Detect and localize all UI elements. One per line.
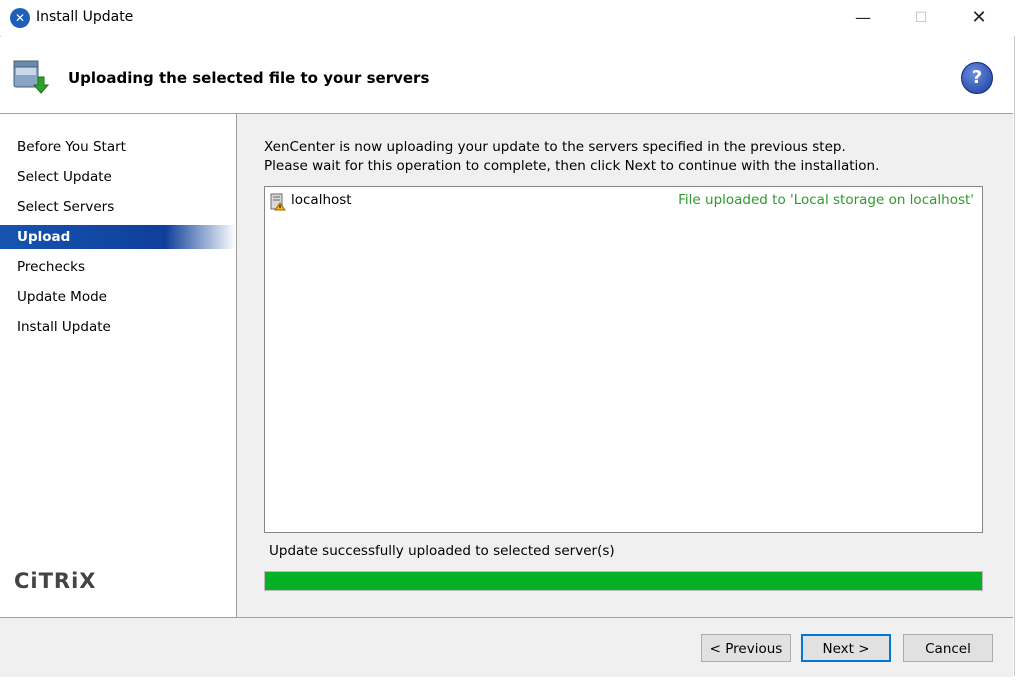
intro-text: XenCenter is now uploading your update t… (264, 138, 879, 176)
server-warning-icon (270, 193, 286, 211)
list-item[interactable]: localhost File uploaded to 'Local storag… (265, 191, 982, 211)
sidebar-item-install-update[interactable]: Install Update (0, 315, 236, 339)
window-title: Install Update (36, 9, 134, 25)
wizard-header: Uploading the selected file to your serv… (0, 37, 1013, 114)
sidebar-item-select-servers[interactable]: Select Servers (0, 195, 236, 219)
title-bar: ✕ Install Update — ☐ ✕ (0, 0, 1017, 36)
sidebar-item-upload[interactable]: Upload (0, 225, 236, 249)
cancel-button[interactable]: Cancel (903, 634, 993, 662)
intro-line-2: Please wait for this operation to comple… (264, 158, 880, 174)
intro-line-1: XenCenter is now uploading your update t… (264, 139, 846, 155)
sidebar-item-update-mode[interactable]: Update Mode (0, 285, 236, 309)
next-button[interactable]: Next > (801, 634, 891, 662)
sidebar-item-select-update[interactable]: Select Update (0, 165, 236, 189)
xencenter-app-icon: ✕ (10, 8, 30, 28)
previous-button[interactable]: < Previous (701, 634, 791, 662)
sidebar-item-prechecks[interactable]: Prechecks (0, 255, 236, 279)
server-name: localhost (291, 192, 352, 208)
close-button[interactable]: ✕ (956, 0, 1002, 36)
sidebar-item-before-you-start[interactable]: Before You Start (0, 135, 236, 159)
citrix-logo: CiTRiX (14, 569, 97, 593)
minimize-button[interactable]: — (840, 0, 886, 36)
maximize-button[interactable]: ☐ (898, 0, 944, 36)
upload-progress-bar (264, 571, 983, 591)
upload-progress-fill (265, 572, 982, 590)
help-icon[interactable]: ? (961, 62, 993, 94)
server-list[interactable]: localhost File uploaded to 'Local storag… (264, 186, 983, 533)
wizard-steps-sidebar: Before You Start Select Update Select Se… (0, 114, 237, 617)
update-package-icon (13, 60, 50, 94)
server-upload-status: File uploaded to 'Local storage on local… (678, 192, 974, 208)
page-title: Uploading the selected file to your serv… (68, 69, 430, 87)
upload-status-text: Update successfully uploaded to selected… (269, 543, 615, 559)
